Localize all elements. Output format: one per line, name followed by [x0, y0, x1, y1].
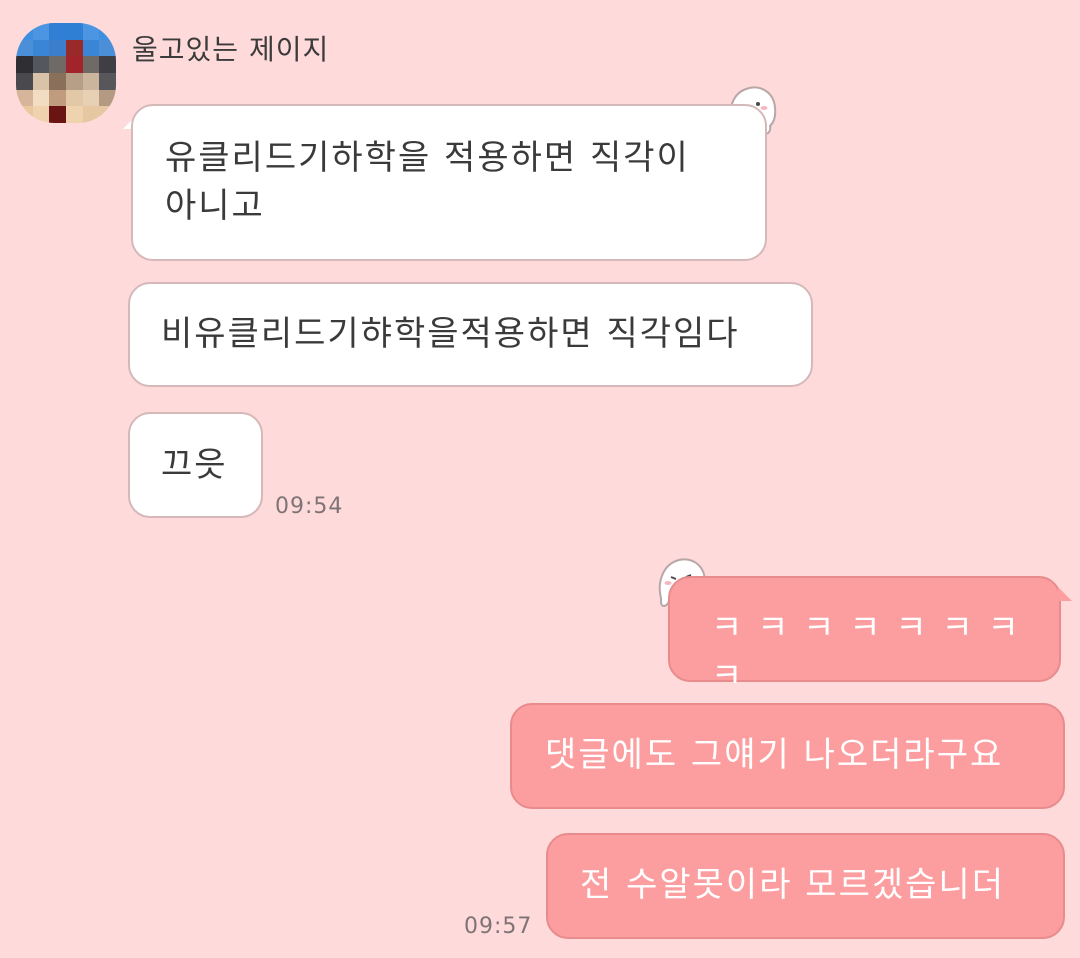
incoming-message-bubble[interactable]: 유클리드기하학을 적용하면 직각이 아니고 — [131, 104, 767, 261]
message-text-line: 아니고 — [165, 186, 265, 226]
sender-name: 울고있는 제이지 — [132, 33, 330, 66]
chat-area: 울고있는 제이지 유클리드기하학을 적용하면 직각이 아니고 비유클리드기햐학을… — [0, 0, 1080, 958]
incoming-message-bubble[interactable]: 끄읏 — [128, 412, 263, 518]
message-text: 전 수알못이라 모르겠습니더 — [580, 865, 1005, 905]
avatar[interactable] — [16, 23, 116, 123]
message-timestamp: 09:54 — [275, 494, 344, 519]
message-text: 댓글에도 그얘기 나오더라구요 — [545, 735, 1004, 775]
message-text-line: 유클리드기하학을 적용하면 직각이 — [165, 138, 690, 178]
outgoing-message-bubble[interactable]: 전 수알못이라 모르겠습니더 — [546, 833, 1065, 939]
incoming-message-bubble[interactable]: 비유클리드기햐학을적용하면 직각임다 — [128, 282, 813, 387]
message-timestamp: 09:57 — [464, 914, 533, 939]
message-text: 끄읏 — [161, 445, 228, 485]
message-text: ㅋ ㅋ ㅋ ㅋ ㅋ ㅋ ㅋ ㅋ — [711, 608, 1021, 696]
message-text: 비유클리드기햐학을적용하면 직각임다 — [161, 314, 740, 354]
outgoing-message-bubble[interactable]: ㅋ ㅋ ㅋ ㅋ ㅋ ㅋ ㅋ ㅋ — [668, 576, 1061, 696]
bubble-tail — [1058, 587, 1072, 601]
outgoing-message-bubble[interactable]: 댓글에도 그얘기 나오더라구요 — [510, 703, 1065, 809]
